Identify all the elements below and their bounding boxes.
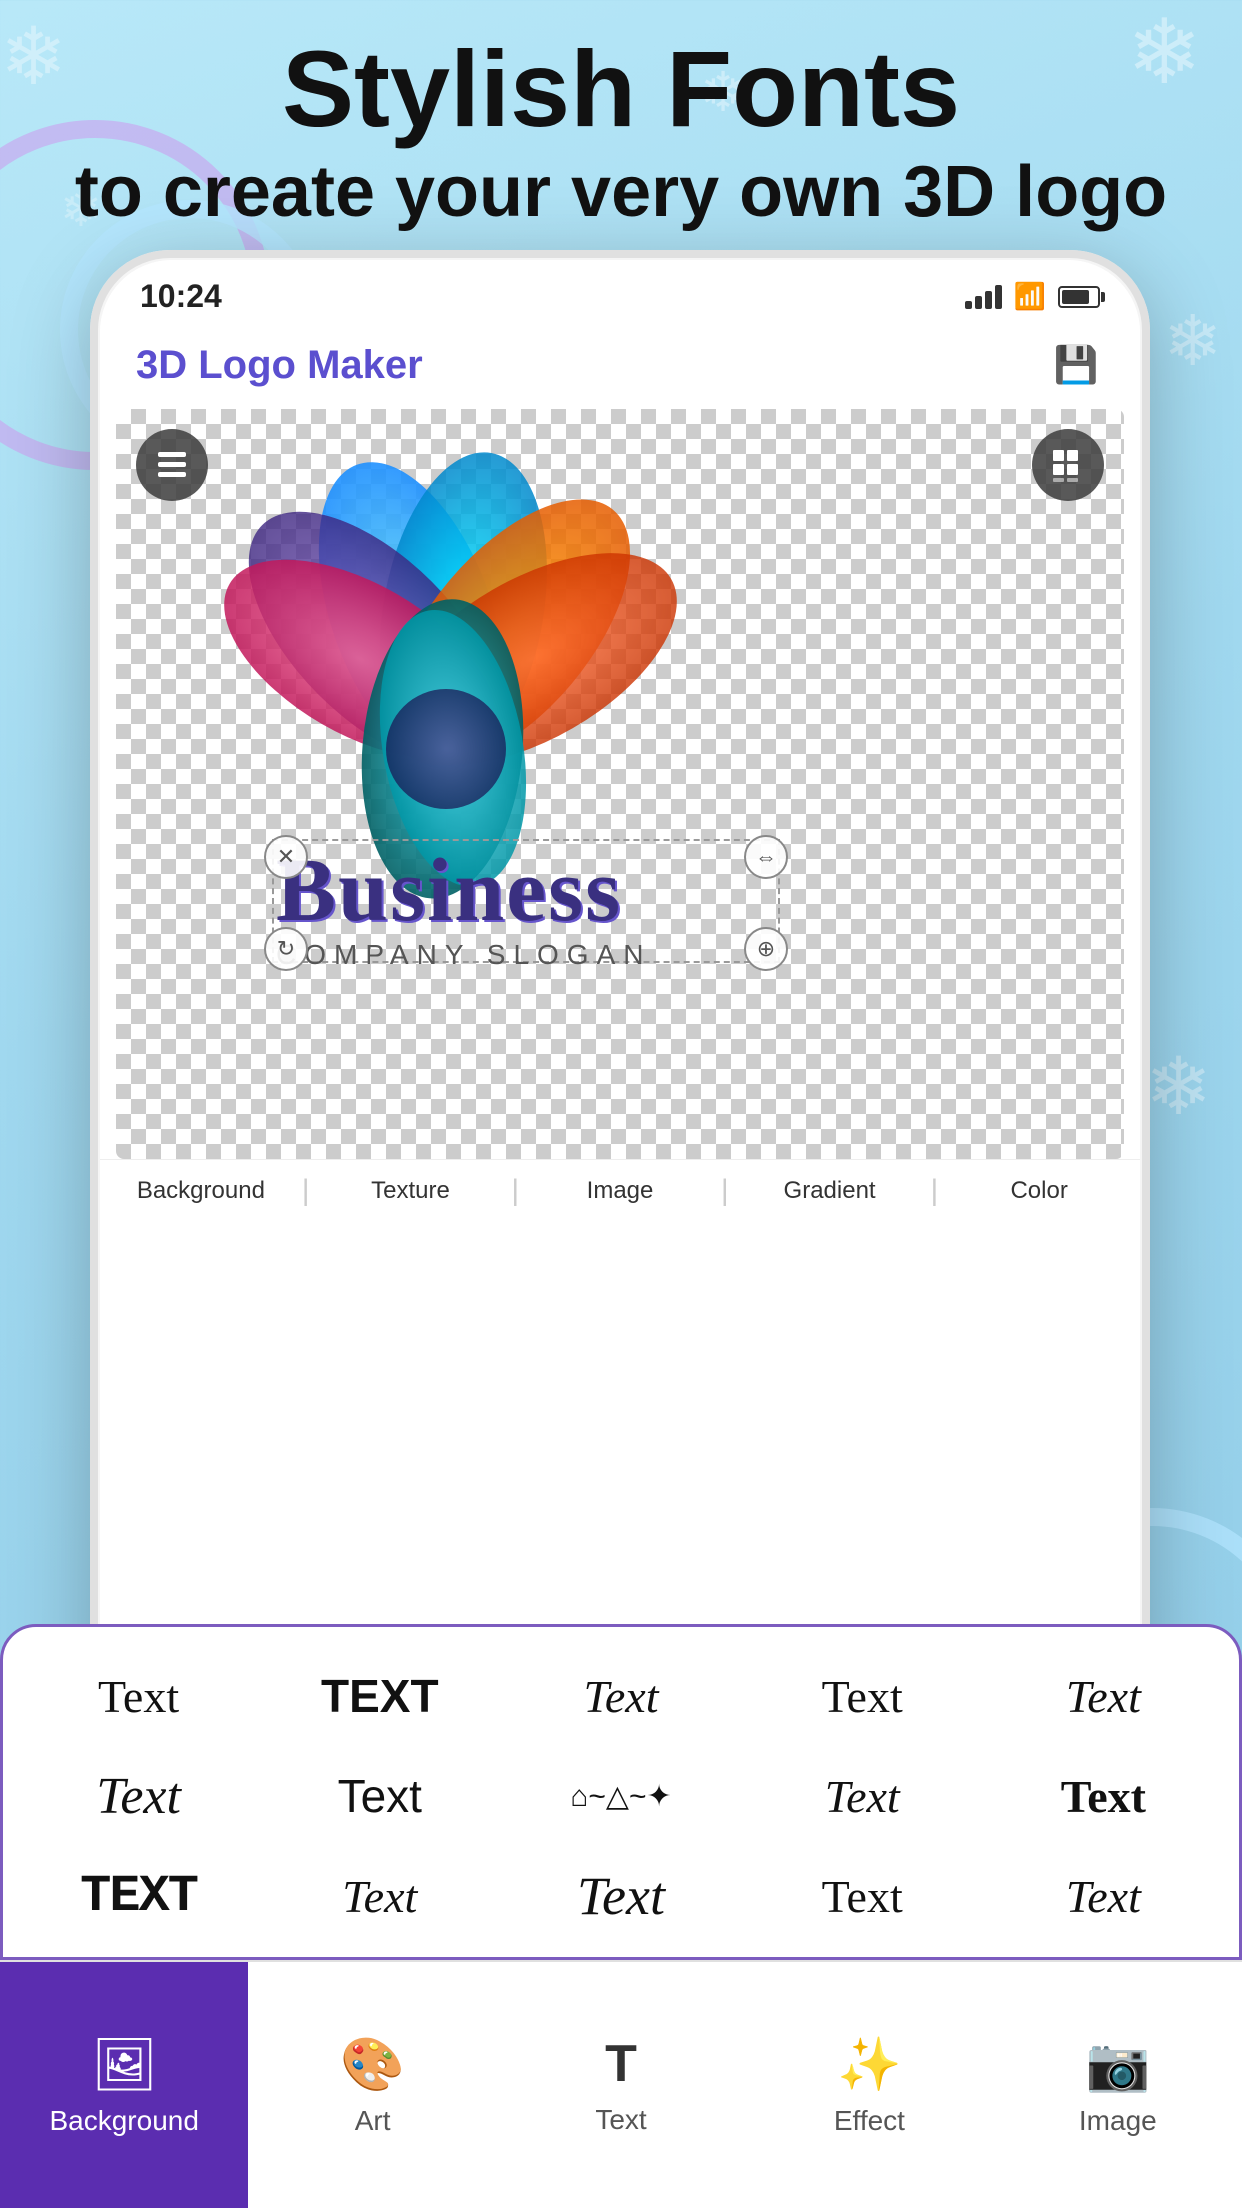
signal-icon	[965, 285, 1002, 309]
handle-scale[interactable]: ⊕	[744, 927, 788, 971]
snowflake-decoration: ❄	[1145, 1040, 1212, 1133]
tab-gradient[interactable]: Gradient	[729, 1177, 931, 1205]
font-option-13[interactable]: Text	[747, 1851, 978, 1941]
nav-text-label: Text	[595, 2104, 646, 2136]
nav-image-label: Image	[1079, 2105, 1157, 2137]
text-selection[interactable]: Business COMPANY SLOGAN ✕ ⇔ ↻ ⊕	[236, 799, 816, 999]
slogan-text: COMPANY SLOGAN	[276, 939, 651, 971]
image-nav-icon: 📷	[1085, 2034, 1150, 2095]
text-nav-icon: T	[605, 2034, 637, 2094]
header-area: Stylish Fonts to create your very own 3D…	[0, 30, 1242, 235]
handle-resize[interactable]: ⇔	[744, 835, 788, 879]
nav-effect[interactable]: ✨ Effect	[745, 1962, 993, 2208]
font-option-2[interactable]: Text	[505, 1651, 736, 1741]
nav-effect-label: Effect	[834, 2105, 905, 2137]
background-nav-icon: 🖼	[91, 2034, 157, 2095]
nav-image[interactable]: 📷 Image	[994, 1962, 1242, 2208]
nav-text[interactable]: T Text	[497, 1962, 745, 2208]
grid-button[interactable]	[1032, 429, 1104, 501]
snowflake-decoration: ❄	[1163, 300, 1222, 382]
canvas-area[interactable]: Business COMPANY SLOGAN ✕ ⇔ ↻ ⊕	[116, 409, 1124, 1159]
nav-art[interactable]: 🎨 Art	[248, 1962, 496, 2208]
status-icons: 📶	[965, 281, 1100, 312]
font-option-6[interactable]: Text	[264, 1751, 495, 1841]
handle-rotate[interactable]: ↻	[264, 927, 308, 971]
font-option-7[interactable]: ⌂~△~✦	[505, 1751, 736, 1841]
font-option-9[interactable]: Text	[988, 1751, 1219, 1841]
battery-icon	[1058, 286, 1100, 308]
font-option-3[interactable]: Text	[747, 1651, 978, 1741]
nav-art-label: Art	[355, 2105, 391, 2137]
font-grid: Text TEXT Text Text Text Text Text ⌂~△~✦…	[23, 1651, 1219, 1941]
font-option-0[interactable]: Text	[23, 1651, 254, 1741]
phone-frame: 10:24 📶 3D Logo Maker 💾	[90, 250, 1150, 1780]
font-option-10[interactable]: TEXT	[23, 1851, 254, 1941]
tab-color[interactable]: Color	[938, 1177, 1140, 1205]
app-header: 3D Logo Maker 💾	[100, 325, 1140, 409]
app-title: 3D Logo Maker	[136, 343, 423, 388]
nav-background[interactable]: 🖼 Background	[0, 1962, 248, 2208]
font-option-4[interactable]: Text	[988, 1651, 1219, 1741]
handle-delete[interactable]: ✕	[264, 835, 308, 879]
status-bar: 10:24 📶	[100, 260, 1140, 325]
font-option-8[interactable]: Text	[747, 1751, 978, 1841]
font-option-11[interactable]: Text	[264, 1851, 495, 1941]
effect-nav-icon: ✨	[837, 2034, 902, 2095]
phone-inner: 10:24 📶 3D Logo Maker 💾	[100, 260, 1140, 1770]
tab-texture[interactable]: Texture	[310, 1177, 512, 1205]
header-title: Stylish Fonts	[0, 30, 1242, 149]
art-nav-icon: 🎨	[340, 2034, 405, 2095]
font-option-12[interactable]: Text	[505, 1851, 736, 1941]
font-option-5[interactable]: Text	[23, 1751, 254, 1841]
header-subtitle: to create your very own 3D logo	[0, 149, 1242, 235]
business-text: Business	[276, 839, 622, 942]
background-tabs: Background | Texture | Image | Gradient …	[100, 1159, 1140, 1222]
font-grid-section: Text TEXT Text Text Text Text Text ⌂~△~✦…	[0, 1624, 1242, 1960]
status-time: 10:24	[140, 278, 222, 315]
nav-background-label: Background	[49, 2105, 198, 2137]
layers-button[interactable]	[136, 429, 208, 501]
wifi-icon: 📶	[1014, 281, 1046, 312]
font-option-14[interactable]: Text	[988, 1851, 1219, 1941]
bottom-nav: 🖼 Background 🎨 Art T Text ✨ Effect 📷 Ima…	[0, 1960, 1242, 2208]
save-button[interactable]: 💾	[1048, 337, 1104, 393]
tab-image[interactable]: Image	[519, 1177, 721, 1205]
font-option-1[interactable]: TEXT	[264, 1651, 495, 1741]
tab-background[interactable]: Background	[100, 1177, 302, 1205]
